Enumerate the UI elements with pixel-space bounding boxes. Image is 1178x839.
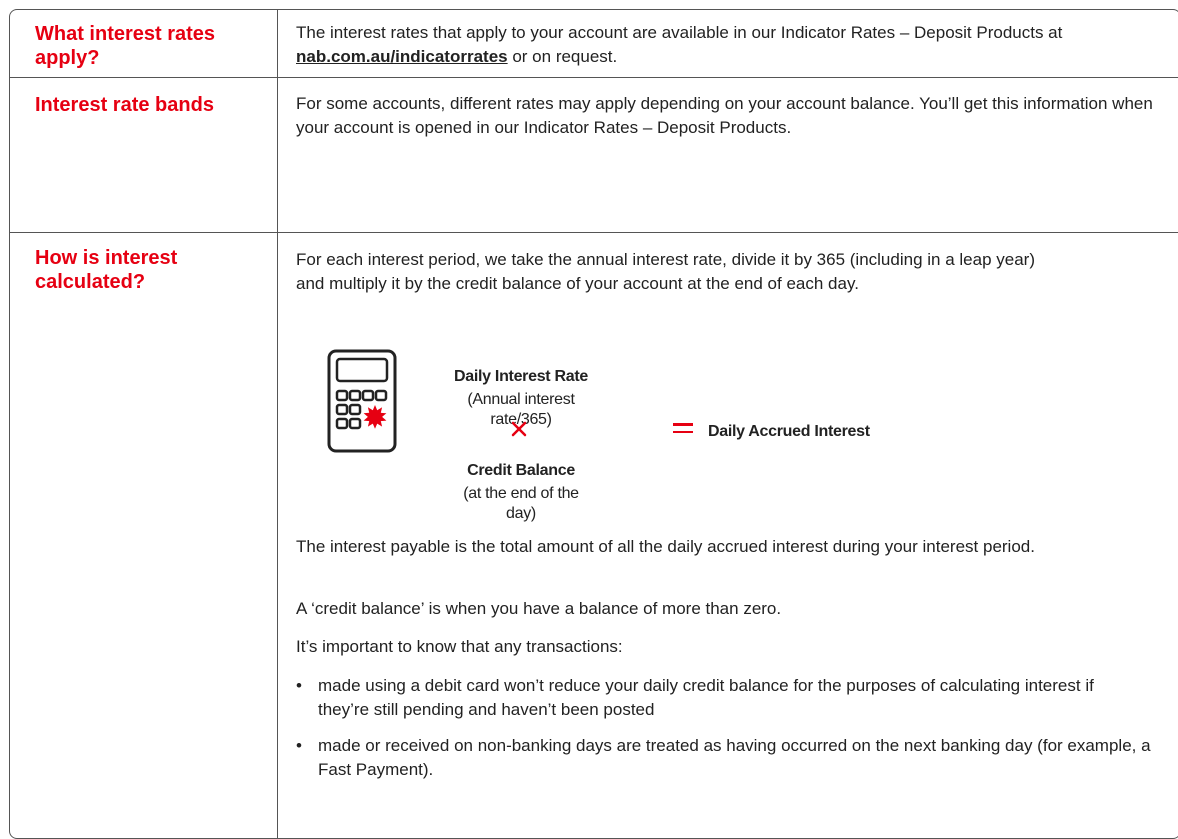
formula-term2-title: Credit Balance	[467, 462, 575, 479]
credit-balance-definition: A ‘credit balance’ is when you have a ba…	[296, 599, 782, 618]
row-header-cell: How is interest calculated?	[10, 233, 278, 838]
interest-info-table: What interest rates apply? The interest …	[9, 9, 1178, 839]
row-content-cell: For each interest period, we take the an…	[278, 233, 1178, 838]
row-interest-rate-bands: Interest rate bands For some accounts, d…	[10, 78, 1178, 233]
formula-term1-title: Daily Interest Rate	[454, 368, 588, 385]
row-heading: How is interest calculated?	[35, 247, 178, 293]
row-content-cell: The interest rates that apply to your ac…	[278, 10, 1178, 77]
formula-term2-subtitle: (at the end of the day)	[463, 485, 579, 522]
row-heading: Interest rate bands	[35, 94, 214, 116]
row-header-cell: Interest rate bands	[10, 78, 278, 232]
indicator-rates-link[interactable]: nab.com.au/indicatorrates	[296, 47, 508, 66]
list-item-text: made or received on non-banking days are…	[318, 736, 1151, 779]
rate-bands-description: For some accounts, different rates may a…	[296, 94, 1153, 137]
list-item-text: made using a debit card won’t reduce you…	[318, 676, 1094, 719]
row-header-cell: What interest rates apply?	[10, 10, 278, 77]
formula-result: Daily Accrued Interest	[708, 423, 870, 440]
interest-payable-text: The interest payable is the total amount…	[296, 537, 1035, 556]
row-interest-calculation: How is interest calculated? For each int…	[10, 233, 1178, 838]
equals-icon	[673, 423, 693, 438]
calculation-intro: For each interest period, we take the an…	[296, 250, 1035, 293]
row-content-cell: For some accounts, different rates may a…	[278, 78, 1178, 232]
calculator-icon	[327, 349, 397, 453]
bullet-marker: •	[296, 676, 302, 695]
bullet-marker: •	[296, 736, 302, 755]
multiply-icon	[511, 421, 527, 437]
rates-description: The interest rates that apply to your ac…	[296, 23, 1063, 66]
transactions-intro: It’s important to know that any transact…	[296, 637, 623, 656]
row-interest-rates: What interest rates apply? The interest …	[10, 10, 1178, 78]
row-heading: What interest rates apply?	[35, 23, 216, 69]
